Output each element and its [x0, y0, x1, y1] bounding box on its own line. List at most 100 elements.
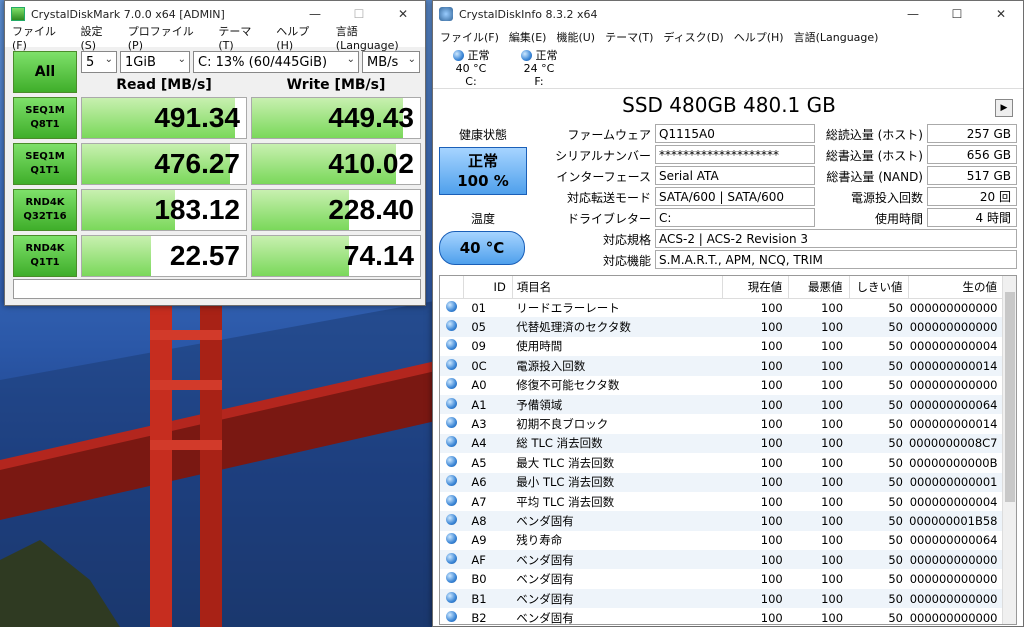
table-row[interactable]: B0 ベンダ固有 100 100 50 000000000000: [440, 569, 1004, 588]
info-value: 257 GB: [927, 124, 1017, 143]
cdi-titlebar: CrystalDiskInfo 8.3.2 x64 — ☐ ✕: [433, 1, 1023, 27]
next-drive-button[interactable]: ▶: [995, 99, 1013, 117]
status-good-icon: [446, 533, 458, 545]
table-row[interactable]: 01 リードエラーレート 100 100 50 000000000000: [440, 298, 1004, 317]
cdi-menu-function[interactable]: 機能(U): [551, 29, 600, 45]
test-button[interactable]: RND4K Q32T16: [13, 189, 77, 231]
table-cell: 50: [849, 472, 909, 492]
column-header[interactable]: 現在値: [722, 276, 790, 299]
table-cell: 100: [760, 572, 783, 587]
minimize-button[interactable]: —: [891, 1, 935, 27]
table-cell: 000000000014: [908, 356, 1004, 376]
table-cell: A9: [471, 533, 487, 548]
test-button[interactable]: SEQ1M Q1T1: [13, 143, 77, 185]
scrollbar-thumb[interactable]: [1005, 292, 1015, 502]
info-value: Q1115A0: [655, 124, 815, 143]
column-header[interactable]: しきい値: [849, 276, 910, 299]
count-select[interactable]: 5 ⌄: [81, 51, 117, 73]
column-header[interactable]: 項目名: [512, 276, 724, 299]
test-params: Q8T1: [30, 119, 60, 130]
table-row[interactable]: B1 ベンダ固有 100 100 50 000000000000: [440, 588, 1004, 609]
table-row[interactable]: 09 使用時間 100 100 50 000000000004: [440, 337, 1004, 356]
cdi-menu-disk[interactable]: ディスク(D): [658, 29, 728, 45]
table-row[interactable]: A0 修復不可能セクタ数 100 100 50 000000000000: [440, 376, 1004, 395]
drive-select[interactable]: C: 13% (60/445GiB) ⌄: [193, 51, 359, 73]
table-row[interactable]: A9 残り寿命 100 100 50 000000000064: [440, 531, 1004, 550]
cdm-menubar: ファイル(F) 設定(S) プロファイル(P) テーマ(T) ヘルプ(H) 言語…: [5, 25, 425, 52]
table-cell: 50: [888, 533, 903, 548]
table-row[interactable]: A1 予備領域 100 100 50 000000000064: [440, 394, 1004, 415]
table-cell: 100: [722, 472, 789, 492]
vertical-scrollbar[interactable]: [1002, 276, 1016, 624]
read-header: Read [MB/s]: [116, 77, 212, 93]
comment-field[interactable]: [13, 279, 421, 299]
column-header[interactable]: 最悪値: [788, 276, 850, 299]
table-cell: 50: [888, 378, 903, 393]
table-row[interactable]: A6 最小 TLC 消去回数 100 100 50 000000000001: [440, 472, 1004, 492]
read-value: 476.27: [154, 148, 240, 179]
table-row[interactable]: A4 総 TLC 消去回数 100 100 50 0000000008C7: [440, 433, 1004, 454]
write-bar: [252, 236, 350, 276]
table-row[interactable]: A5 最大 TLC 消去回数 100 100 50 00000000000B: [440, 453, 1004, 472]
table-row[interactable]: A7 平均 TLC 消去回数 100 100 50 000000000004: [440, 492, 1004, 511]
table-cell: 000000000004: [909, 494, 998, 509]
cdi-menu-help[interactable]: ヘルプ(H): [729, 29, 789, 45]
table-row[interactable]: A3 初期不良ブロック 100 100 50 000000000014: [440, 414, 1004, 433]
write-result: 74.14: [251, 235, 421, 277]
cdm-menu-file[interactable]: ファイル(F): [7, 23, 75, 52]
table-cell: 000000000001: [908, 472, 1004, 492]
cdi-menu-theme[interactable]: テーマ(T): [600, 29, 658, 45]
table-cell: AF: [463, 550, 513, 570]
test-button[interactable]: RND4K Q1T1: [13, 235, 77, 277]
info-label: シリアルナンバー: [555, 149, 651, 163]
table-row[interactable]: A8 ベンダ固有 100 100 50 000000001B58: [440, 511, 1004, 531]
unit-select[interactable]: MB/s ⌄: [362, 51, 420, 73]
table-cell: 100: [722, 588, 789, 609]
status-good-icon: [446, 339, 458, 351]
column-header[interactable]: ID: [463, 276, 513, 299]
table-row[interactable]: 0C 電源投入回数 100 100 50 000000000014: [440, 356, 1004, 376]
size-select[interactable]: 1GiB ⌄: [120, 51, 190, 73]
test-button[interactable]: SEQ1M Q8T1: [13, 97, 77, 139]
table-cell: 100: [788, 317, 850, 337]
cdm-menu-help[interactable]: ヘルプ(H): [271, 23, 330, 52]
status-good-icon: [446, 475, 458, 487]
table-cell: 000000000004: [909, 339, 998, 354]
table-cell: 100: [821, 455, 844, 470]
drive-tab-c[interactable]: 正常 40 °C C:: [437, 47, 505, 88]
table-cell: 100: [788, 588, 850, 609]
cdm-menu-settings[interactable]: 設定(S): [75, 23, 122, 52]
drive-model: SSD 480GB 480.1 GB: [622, 93, 836, 117]
test-name: SEQ1M: [25, 151, 65, 162]
all-button[interactable]: All: [13, 51, 77, 93]
table-row[interactable]: AF ベンダ固有 100 100 50 000000000000: [440, 550, 1004, 570]
table-cell: 予備領域: [512, 394, 723, 415]
drive-tab-f[interactable]: 正常 24 °C F:: [505, 47, 573, 88]
smart-table-panel: ID 項目名 現在値 最悪値 しきい値 生の値 01 リードエラーレート 100 100 50 00…: [439, 275, 1017, 625]
column-header[interactable]: 生の値: [908, 276, 1004, 299]
table-cell: B0: [471, 572, 487, 587]
cdi-menu-edit[interactable]: 編集(E): [504, 29, 552, 45]
cdi-menu-file[interactable]: ファイル(F): [435, 29, 504, 45]
cdm-menu-language[interactable]: 言語(Language): [331, 23, 425, 52]
cdm-menu-profile[interactable]: プロファイル(P): [123, 23, 214, 52]
status-cell: [440, 433, 464, 454]
table-cell: 0000000008C7: [908, 433, 1004, 454]
write-value: 74.14: [343, 240, 414, 271]
table-row[interactable]: 05 代替処理済のセクタ数 100 100 50 000000000000: [440, 317, 1004, 337]
drive-temp: 40 °C: [455, 62, 487, 75]
cdi-menu-language[interactable]: 言語(Language): [789, 29, 884, 45]
temperature-label: 温度: [470, 212, 495, 226]
info-value: 517 GB: [927, 166, 1017, 185]
table-cell: ベンダ固有: [516, 572, 574, 587]
table-cell: 100: [821, 572, 844, 587]
table-cell: 000000000000: [909, 572, 998, 587]
status-cell: [440, 298, 463, 317]
maximize-button[interactable]: ☐: [935, 1, 979, 27]
table-row[interactable]: B2 ベンダ固有 100 100 50 000000000000: [440, 608, 1004, 624]
cdm-menu-theme[interactable]: テーマ(T): [213, 23, 271, 52]
close-button[interactable]: ✕: [979, 1, 1023, 27]
drive-status: 正常: [467, 49, 490, 62]
read-result: 22.57: [81, 235, 247, 277]
info-label: 使用時間: [874, 212, 923, 226]
